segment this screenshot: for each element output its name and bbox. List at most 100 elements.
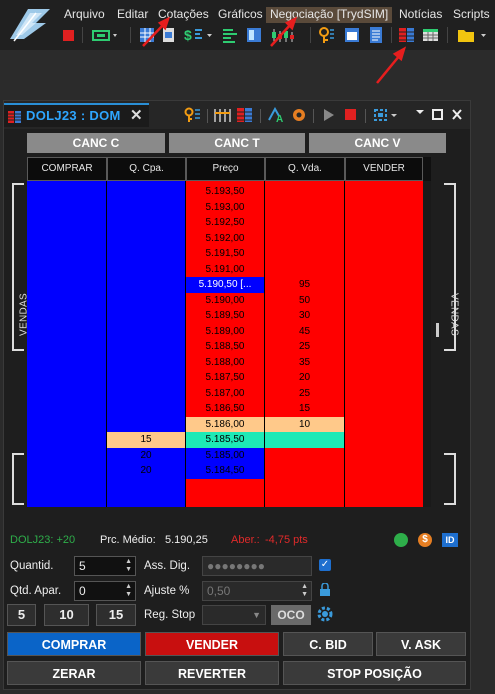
qtd-apar-input[interactable]: 0 ▲ ▼	[74, 581, 136, 601]
stop-posicao-button[interactable]: STOP POSIÇÃO	[283, 661, 466, 685]
price-cell[interactable]: 5.185,50	[186, 432, 264, 448]
ass-dig-field[interactable]: ●●●●●●●●	[202, 556, 312, 576]
vender-column[interactable]	[345, 181, 423, 507]
quantity-10-button[interactable]: 10	[44, 604, 89, 626]
qcpa-cell	[107, 308, 185, 324]
v-ask-button[interactable]: V. ASK	[376, 632, 466, 656]
qcpa-cell: 15	[107, 432, 185, 448]
reg-stop-label: Reg. Stop	[144, 609, 196, 621]
pin-icon[interactable]	[414, 107, 426, 128]
qcpa-cell	[107, 277, 185, 293]
canc-c-button[interactable]: CANC C	[27, 133, 165, 153]
maximize-icon[interactable]	[432, 107, 444, 128]
qvda-cell	[265, 184, 344, 200]
lock-icon[interactable]	[319, 582, 331, 602]
price-cell[interactable]: 5.190,00	[186, 293, 264, 309]
price-cell[interactable]: 5.189,50	[186, 308, 264, 324]
spinner-icon[interactable]: ▲ ▼	[125, 583, 132, 599]
font-icon[interactable]: A	[267, 106, 287, 128]
qvda-cell: 30	[298, 310, 311, 321]
reg-stop-select[interactable]: ▼	[202, 605, 266, 625]
chevron-down-icon: ▼	[252, 610, 261, 620]
stop-icon[interactable]	[344, 107, 358, 128]
qcpa-cell: 20	[140, 465, 152, 476]
price-cell[interactable]: 5.192,50	[186, 215, 264, 231]
c-bid-button[interactable]: C. BID	[283, 632, 373, 656]
qcpa-cell	[107, 339, 185, 355]
close-tab-button[interactable]: ✕	[130, 106, 143, 124]
price-cell[interactable]: 5.186,00	[186, 416, 264, 432]
qcpa-cell	[107, 370, 185, 386]
price-cell[interactable]: 5.188,00	[186, 355, 264, 371]
order-book-grid: COMPRAR Q. Cpa. Preço Q. Vda. VENDER 15 2…	[27, 157, 431, 507]
connection-status-icon	[394, 533, 408, 547]
spinner-icon[interactable]: ▲ ▼	[301, 583, 308, 599]
reverter-button[interactable]: REVERTER	[145, 661, 279, 685]
price-cell[interactable]: 5.190,50 [...	[186, 277, 264, 293]
dollar-icon[interactable]: $	[418, 533, 432, 547]
header-qcpa: Q. Cpa.	[107, 157, 186, 181]
vender-button[interactable]: VENDER	[145, 632, 279, 656]
qvda-cell	[265, 448, 344, 464]
qcpa-cell	[107, 200, 185, 216]
price-cell[interactable]: 5.192,00	[186, 231, 264, 247]
price-column: 5.193,50 5.193,00 5.192,50 5.192,00 5.191,50…	[186, 181, 265, 507]
canc-v-button[interactable]: CANC V	[309, 133, 446, 153]
qvda-cell	[265, 262, 344, 278]
qvda-cell: 10	[265, 416, 344, 432]
price-cell[interactable]: 5.191,00	[186, 262, 264, 278]
spinner-icon[interactable]: ▲ ▼	[125, 558, 132, 574]
grid-scrollbar[interactable]	[423, 181, 431, 507]
qvda-column: 95 50 30 45 25 35 20 25 15 10	[265, 181, 345, 507]
ass-dig-checkbox[interactable]: ✓	[319, 559, 331, 571]
price-cell[interactable]: 5.187,00	[186, 386, 264, 402]
qcpa-cell	[107, 324, 185, 340]
toolbar-separator	[260, 109, 261, 123]
zerar-button[interactable]: ZERAR	[7, 661, 141, 685]
book-icon[interactable]	[237, 107, 253, 128]
scroll-handle[interactable]	[436, 323, 439, 337]
price-cell[interactable]: 5.184,50	[186, 463, 264, 479]
annotation-arrows	[142, 16, 407, 84]
price-cell[interactable]: 5.186,50	[186, 401, 264, 417]
window-titlebar: DOLJ23 : DOM ✕ A	[4, 101, 470, 129]
columns-icon[interactable]	[214, 107, 232, 128]
qcpa-cell	[107, 184, 185, 200]
expand-icon[interactable]	[373, 107, 399, 128]
qvda-cell	[265, 463, 344, 479]
header-comprar[interactable]: COMPRAR	[27, 157, 107, 181]
play-icon[interactable]	[322, 107, 336, 128]
key-icon[interactable]	[184, 107, 202, 128]
canc-t-button[interactable]: CANC T	[169, 133, 305, 153]
quantity-15-button[interactable]: 15	[96, 604, 136, 626]
price-cell[interactable]: 5.193,50	[186, 184, 264, 200]
price-cell[interactable]: 5.187,50	[186, 370, 264, 386]
price-cell[interactable]: 5.188,50	[186, 339, 264, 355]
quantid-input[interactable]: 5 ▲ ▼	[74, 556, 136, 576]
tab-dom[interactable]: DOLJ23 : DOM ✕	[4, 103, 149, 127]
price-cell[interactable]: 5.193,00	[186, 200, 264, 216]
gear-icon[interactable]	[317, 606, 333, 627]
qvda-cell	[265, 231, 344, 247]
toolbar-separator	[207, 109, 208, 123]
close-icon[interactable]	[451, 107, 463, 128]
svg-text:A: A	[276, 114, 283, 123]
left-bottom-bracket	[12, 453, 24, 505]
ajuste-input[interactable]: 0,50 ▲ ▼	[202, 581, 312, 601]
price-cell[interactable]: 5.191,50	[186, 246, 264, 262]
comprar-button[interactable]: COMPRAR	[7, 632, 141, 656]
quantity-5-button[interactable]: 5	[7, 604, 36, 626]
qcpa-cell	[107, 386, 185, 402]
price-cell[interactable]: 5.185,00	[186, 447, 264, 463]
symbol-change: DOLJ23: +20	[10, 534, 76, 546]
qvda-cell: 20	[298, 372, 311, 383]
price-cell[interactable]: 5.189,00	[186, 324, 264, 340]
oco-button[interactable]: OCO	[271, 605, 311, 625]
id-badge[interactable]: ID	[442, 533, 458, 547]
header-vender[interactable]: VENDER	[345, 157, 423, 181]
gear-icon[interactable]	[291, 107, 307, 128]
comprar-column[interactable]	[27, 181, 107, 507]
qvda-cell: 15	[298, 403, 311, 414]
qcpa-cell	[107, 262, 185, 278]
qcpa-cell	[107, 246, 185, 262]
